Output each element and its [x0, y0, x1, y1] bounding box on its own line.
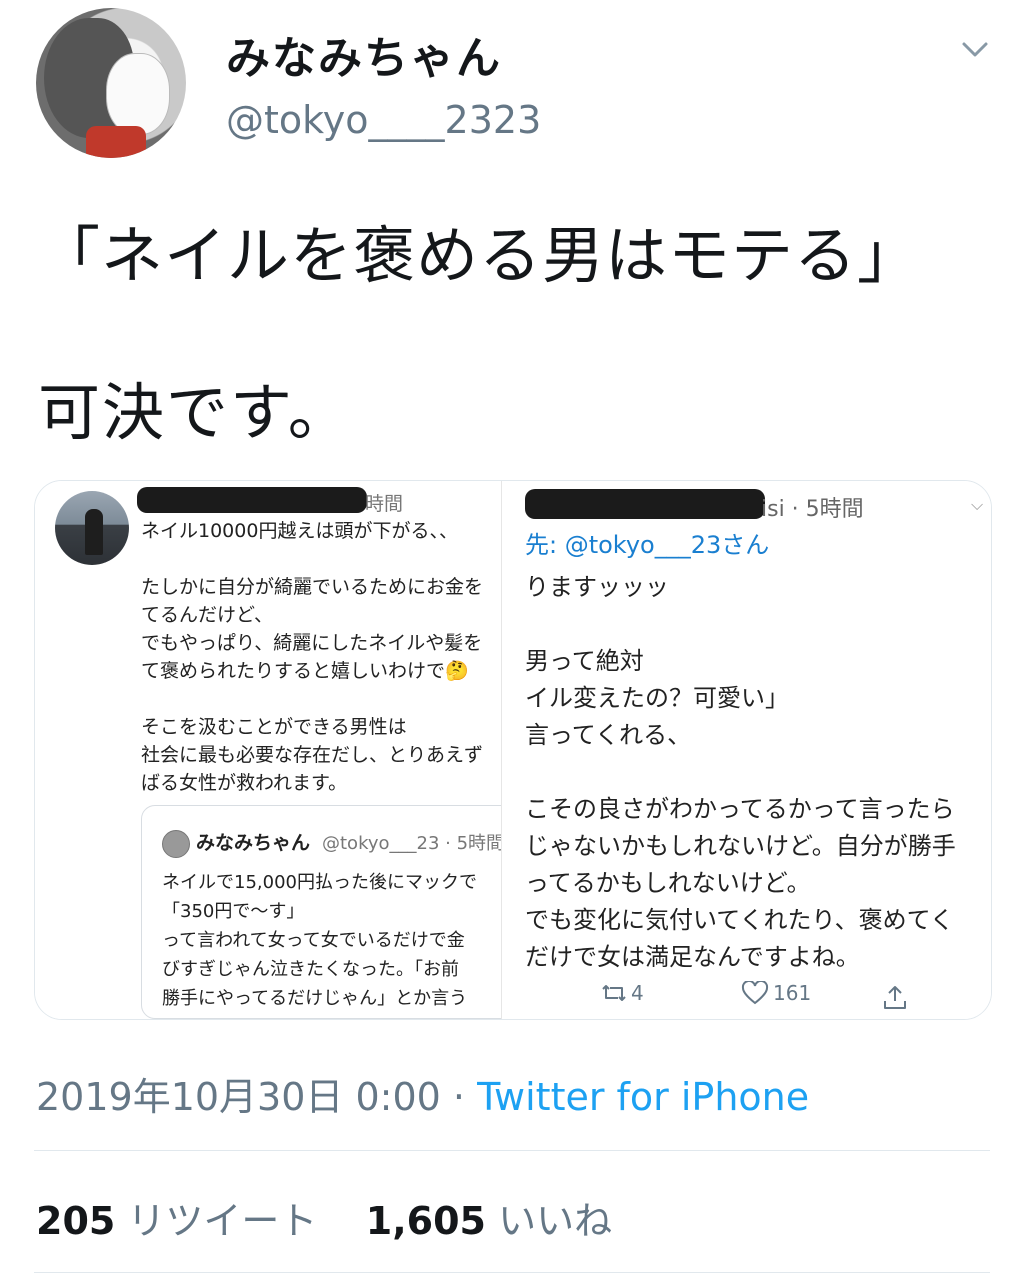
screenshot-time: 時間 — [365, 493, 404, 515]
share-icon — [884, 986, 906, 1009]
divider — [34, 1272, 990, 1273]
media-gutter — [501, 481, 527, 1019]
screenshot-retweet: 4 — [601, 981, 644, 1005]
retweets-count: 205 — [36, 1199, 116, 1243]
quoted-tweet: みなみちゃん @tokyo___23 · 5時間 ネイルで15,000円払った後… — [141, 805, 501, 1019]
tweet-text-line-2: 可決です。 — [38, 376, 352, 449]
likes-label: いいね — [498, 1199, 613, 1243]
timestamp-text: 2019年10月30日 0:00 — [36, 1075, 441, 1119]
screenshot-reply-to: 先: @tokyo___23さん — [525, 531, 770, 559]
screenshot-caret-icon: ⌵ — [971, 495, 984, 514]
heart-icon — [741, 981, 769, 1005]
divider — [34, 1150, 990, 1151]
retweet-icon — [602, 985, 626, 1001]
redacted-name — [525, 489, 765, 519]
tweet-media[interactable]: 時間 ネイル10000円越えは頭が下がる、、 たしかに自分が綺麗でいるためにお金… — [34, 480, 992, 1020]
screenshot-reply-body: りますッッッ 男って絶対 イル変えたの？可愛い」 言ってくれる、 こその良さがわ… — [525, 573, 956, 971]
likes-count: 1,605 — [365, 1199, 486, 1243]
screenshot-like: 161 — [741, 981, 811, 1005]
screenshot-time: isi · 5時間 — [761, 497, 864, 522]
media-image-left[interactable]: 時間 ネイル10000円越えは頭が下がる、、 たしかに自分が綺麗でいるためにお金… — [35, 481, 501, 1019]
redacted-name — [137, 487, 367, 513]
screenshot-avatar — [55, 491, 129, 565]
avatar-shirt — [86, 126, 146, 158]
profile-avatar[interactable] — [36, 8, 186, 158]
quoted-display-name: みなみちゃん — [196, 832, 311, 854]
display-name[interactable]: みなみちゃん — [226, 22, 502, 86]
tweet-text-line-1: 「ネイルを褒める男はモテる」 — [38, 219, 921, 292]
retweets-stat[interactable]: 205 リツイート — [36, 1199, 317, 1243]
quoted-avatar — [162, 830, 190, 858]
tweet-source-link[interactable]: Twitter for iPhone — [477, 1075, 809, 1119]
media-image-right[interactable]: isi · 5時間 ⌵ 先: @tokyo___23さん りますッッッ 男って絶… — [525, 481, 991, 1019]
timestamp-separator: · — [452, 1075, 466, 1119]
user-handle[interactable]: @tokyo____2323 — [226, 98, 541, 142]
screenshot-retweet-count: 4 — [631, 981, 644, 1005]
screenshot-tweet-body: ネイル10000円越えは頭が下がる、、 たしかに自分が綺麗でいるためにお金を て… — [141, 520, 484, 794]
tweet-stats: 205 リツイート 1,605 いいね — [36, 1190, 612, 1245]
avatar-face — [106, 53, 170, 135]
quoted-meta: @tokyo___23 · 5時間 — [322, 833, 501, 854]
quoted-body: ネイルで15,000円払った後にマックで 「350円で〜す」 って言われて女って… — [162, 872, 477, 1009]
screenshot-like-count: 161 — [773, 981, 812, 1005]
caret-down-icon[interactable] — [958, 32, 992, 66]
tweet-timestamp: 2019年10月30日 0:00 · Twitter for iPhone — [36, 1066, 809, 1121]
retweets-label: リツイート — [127, 1199, 318, 1243]
likes-stat[interactable]: 1,605 いいね — [366, 1199, 612, 1243]
